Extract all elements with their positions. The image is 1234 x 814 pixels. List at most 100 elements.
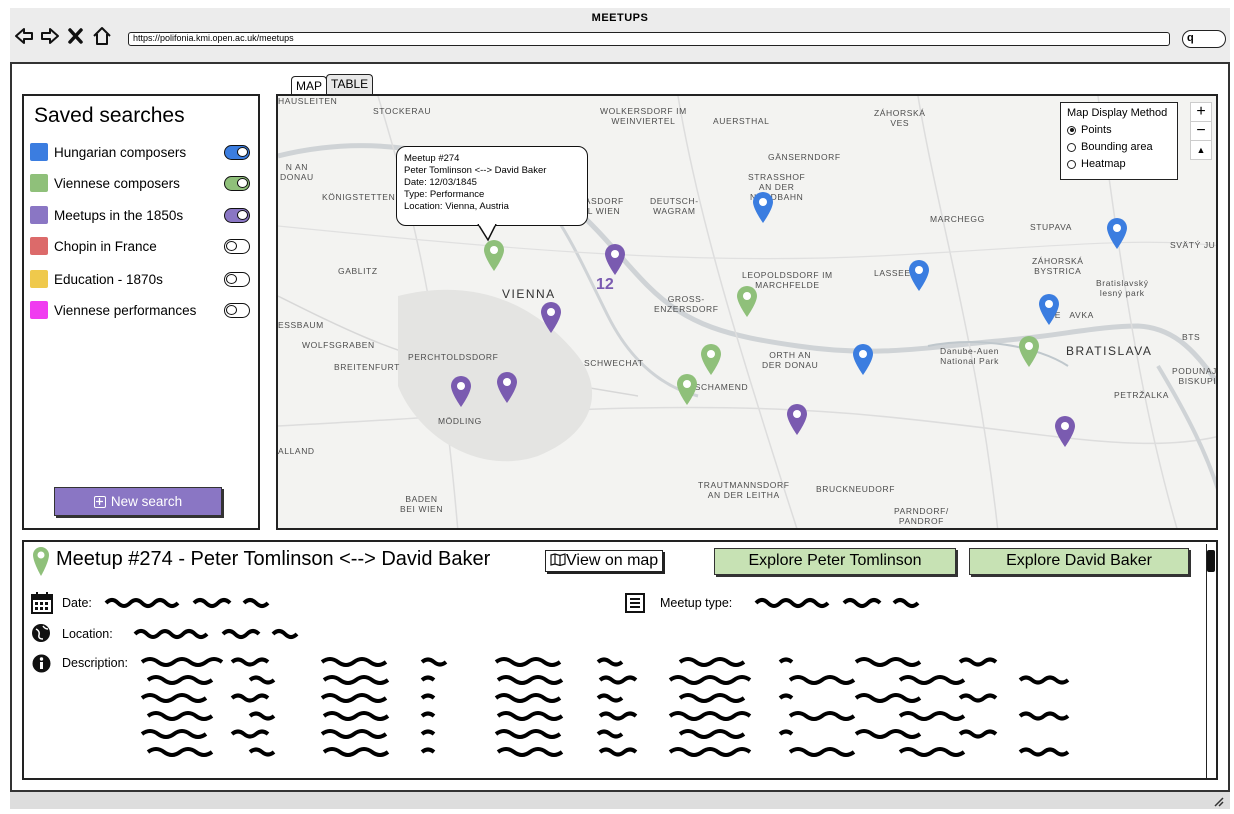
saved-search-toggle[interactable] (224, 175, 250, 191)
display-method-option[interactable]: Bounding area (1067, 141, 1171, 153)
resize-grip-icon[interactable] (1212, 795, 1224, 807)
saved-search-toggle[interactable] (224, 238, 250, 254)
map-pin[interactable] (752, 192, 774, 224)
map-place-label: STOCKERAU (373, 106, 432, 116)
saved-search-label: Viennese performances (54, 302, 197, 318)
tab-table[interactable]: TABLE (326, 74, 374, 94)
zoom-out-button[interactable]: − (1190, 121, 1212, 141)
map-place-label: STUPAVA (1030, 222, 1072, 232)
saved-search-toggle[interactable] (224, 302, 250, 318)
back-icon[interactable] (14, 25, 34, 47)
map-place-label: SCHWECHAT (584, 358, 644, 368)
color-swatch (30, 237, 48, 255)
description-scribble (140, 657, 1070, 757)
toggle-knob (226, 273, 237, 284)
map-pin[interactable] (483, 240, 505, 272)
saved-search-item[interactable]: Meetups in the 1850s (30, 204, 250, 226)
map-place-label: LASSEE (874, 268, 911, 278)
saved-search-item[interactable]: Viennese composers (30, 172, 250, 194)
map-pin[interactable] (852, 344, 874, 376)
plus-square-icon (93, 496, 106, 508)
map-pin[interactable] (1054, 416, 1076, 448)
map-place-label: KÖNIGSTETTEN (322, 192, 396, 202)
saved-search-toggle[interactable] (224, 144, 250, 160)
stop-icon[interactable] (66, 25, 86, 47)
display-method-label: Bounding area (1081, 141, 1153, 153)
browser-search-button[interactable]: q (1182, 30, 1226, 48)
saved-search-item[interactable]: Education - 1870s (30, 268, 250, 290)
home-icon[interactable] (92, 25, 112, 47)
map-pin[interactable] (1018, 336, 1040, 368)
map-place-label: ZÁHORSKÁ VES (874, 108, 926, 128)
new-search-button[interactable]: New search (54, 487, 222, 516)
map-place-label: PERCHTOLDSDORF (408, 352, 499, 362)
popup-line-2: Peter Tomlinson <--> David Baker (404, 165, 547, 176)
map-pin[interactable] (786, 404, 808, 436)
map-place-label: Bratislavský lesný park (1096, 278, 1149, 298)
explore-peter-tomlinson-button[interactable]: Explore Peter Tomlinson (714, 548, 956, 575)
map-place-label: BTS (1182, 332, 1201, 342)
zoom-in-button[interactable]: + (1190, 102, 1212, 122)
scrollbar-thumb[interactable] (1207, 550, 1215, 572)
map-pin[interactable] (1038, 294, 1060, 326)
radio-button[interactable] (1067, 159, 1076, 169)
popup-line-3: Date: 12/03/1845 (404, 177, 477, 188)
color-swatch (30, 270, 48, 288)
map-place-label: MÖDLING (438, 416, 482, 426)
compass-button[interactable]: ▲ (1190, 140, 1212, 160)
map-place-label: BRUCKNEUDORF (816, 484, 895, 494)
map-pin[interactable] (676, 374, 698, 406)
forward-icon[interactable] (40, 25, 60, 47)
saved-search-toggle[interactable] (224, 271, 250, 287)
legend-title: Map Display Method (1067, 107, 1168, 119)
map-pin[interactable] (1106, 218, 1128, 250)
saved-search-item[interactable]: Viennese performances (30, 299, 250, 321)
map-pin[interactable] (540, 302, 562, 334)
meetup-title: Meetup #274 - Peter Tomlinson <--> David… (56, 548, 491, 570)
saved-search-label: Hungarian composers (54, 144, 187, 160)
map-place-label: BREITENFURT (334, 362, 400, 372)
map-place-label: TRAUTMANNSDORF AN DER LEITHA (698, 480, 790, 500)
map-pin[interactable] (736, 286, 758, 318)
cluster-count[interactable]: 12 (596, 276, 614, 294)
view-on-map-button[interactable]: View on map (545, 550, 664, 572)
map-place-label: ESSBAUM (278, 320, 324, 330)
map-pin[interactable] (908, 260, 930, 292)
date-value-scribble (104, 598, 270, 608)
map-place-label: WOLFSGRABEN (302, 340, 375, 350)
display-method-option[interactable]: Heatmap (1067, 158, 1171, 170)
description-label: Description: (62, 656, 128, 670)
map-place-label: DEUTSCH- WAGRAM (650, 196, 699, 216)
map-place-label: GROSS- ENZERSDORF (654, 294, 719, 314)
location-label: Location: (62, 627, 113, 641)
toggle-knob (237, 177, 248, 188)
radio-button[interactable] (1067, 125, 1076, 135)
map-display-method-panel: Map Display Method Points Bounding area He… (1060, 102, 1178, 180)
display-method-option[interactable]: Points (1067, 124, 1171, 136)
url-bar[interactable]: https://polifonia.kmi.open.ac.uk/meetups (128, 32, 1170, 46)
tab-map[interactable]: MAP (291, 76, 328, 96)
color-swatch (30, 301, 48, 319)
map-pin[interactable] (604, 244, 626, 276)
details-scrollbar[interactable] (1206, 544, 1216, 778)
color-swatch (30, 206, 48, 224)
color-swatch (30, 174, 48, 192)
globe-icon (32, 624, 50, 642)
saved-search-label: Viennese composers (54, 175, 180, 191)
map-place-label: ALLAND (278, 446, 315, 456)
meetup-type-scribble (754, 598, 920, 608)
saved-search-toggle[interactable] (224, 207, 250, 223)
meetup-type-label: Meetup type: (660, 596, 733, 610)
map-place-label: WOLKERSDORF IM WEINVIERTEL (600, 106, 687, 126)
popup-line-4: Type: Performance (404, 189, 485, 200)
explore-david-baker-button[interactable]: Explore David Baker (969, 548, 1189, 575)
map-place-label: BADEN BEI WIEN (400, 494, 444, 514)
saved-search-item[interactable]: Chopin in France (30, 235, 250, 257)
popup-line-5: Location: Vienna, Austria (404, 201, 509, 212)
saved-search-item[interactable]: Hungarian composers (30, 141, 250, 163)
map-pin[interactable] (450, 376, 472, 408)
map-pin[interactable] (496, 372, 518, 404)
radio-button[interactable] (1067, 142, 1076, 152)
map-pin[interactable] (700, 344, 722, 376)
toggle-knob (226, 304, 237, 315)
